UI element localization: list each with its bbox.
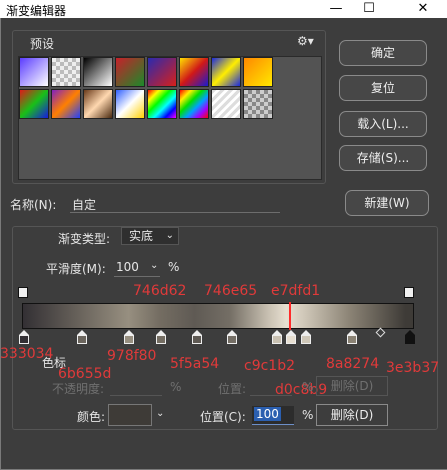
color-stop[interactable] bbox=[124, 330, 134, 344]
hex-label: c9c1b2 bbox=[244, 358, 296, 374]
opacity-position-label: 位置: bbox=[218, 382, 247, 396]
minimize-button[interactable]: — bbox=[321, 0, 351, 18]
chevron-down-icon: ⌄ bbox=[165, 230, 174, 241]
color-delete-button[interactable]: 删除(D) bbox=[316, 404, 388, 426]
new-button[interactable]: 新建(W) bbox=[345, 190, 429, 216]
opacity-label: 不透明度: bbox=[52, 382, 105, 396]
preset-swatch[interactable] bbox=[51, 89, 81, 119]
name-field-underline bbox=[70, 212, 280, 213]
preset-swatch-grid bbox=[18, 56, 322, 180]
preset-swatch[interactable] bbox=[179, 89, 209, 119]
load-button[interactable]: 载入(L)... bbox=[339, 111, 427, 137]
hex-label: 5f5a54 bbox=[170, 356, 220, 372]
preset-swatch[interactable] bbox=[211, 57, 241, 87]
opacity-stop-right[interactable] bbox=[404, 287, 414, 298]
preset-swatch[interactable] bbox=[147, 89, 177, 119]
preset-swatch[interactable] bbox=[19, 57, 49, 87]
name-field[interactable]: 自定 bbox=[72, 196, 96, 213]
preset-swatch[interactable] bbox=[211, 89, 241, 119]
preset-swatch[interactable] bbox=[147, 57, 177, 87]
hex-label: 8a8274 bbox=[326, 356, 380, 372]
smoothness-unit: % bbox=[168, 260, 180, 274]
maximize-button[interactable]: ☐ bbox=[354, 0, 384, 18]
color-stop[interactable] bbox=[286, 330, 296, 344]
name-label: 名称(N): bbox=[10, 198, 57, 212]
opacity-position-field bbox=[250, 377, 292, 396]
preset-swatch[interactable] bbox=[115, 89, 145, 119]
color-stop[interactable] bbox=[301, 330, 311, 344]
stops-label: 色标 bbox=[42, 356, 67, 370]
reset-button[interactable]: 复位 bbox=[339, 75, 427, 101]
color-stop-selected[interactable] bbox=[405, 330, 415, 344]
preset-swatch[interactable] bbox=[83, 89, 113, 119]
color-stop[interactable] bbox=[156, 330, 166, 344]
hex-label: 978f80 bbox=[107, 348, 157, 364]
chevron-down-icon[interactable]: ⌄ bbox=[150, 260, 158, 271]
preset-swatch[interactable] bbox=[179, 57, 209, 87]
presets-label: 预设 bbox=[30, 37, 55, 51]
gradient-type-label: 渐变类型: bbox=[58, 232, 111, 246]
ok-button[interactable]: 确定 bbox=[339, 40, 427, 66]
window-title: 渐变编辑器 bbox=[6, 4, 67, 18]
hex-label: 746e65 bbox=[204, 283, 258, 299]
color-position-unit: % bbox=[302, 408, 314, 422]
preset-swatch[interactable] bbox=[51, 57, 81, 87]
color-stop[interactable] bbox=[19, 330, 29, 344]
chevron-down-icon[interactable]: ⌄ bbox=[156, 408, 164, 419]
save-button[interactable]: 存储(S)... bbox=[339, 145, 427, 171]
hex-label: 746d62 bbox=[133, 283, 187, 299]
color-stop[interactable] bbox=[272, 330, 282, 344]
gradient-type-value: 实底 bbox=[129, 229, 154, 243]
preset-swatch[interactable] bbox=[19, 89, 49, 119]
smoothness-underline bbox=[114, 276, 160, 277]
color-stop[interactable] bbox=[77, 330, 87, 344]
color-position-label: 位置(C): bbox=[200, 410, 246, 424]
hex-label: 3e3b37 bbox=[386, 360, 440, 376]
opacity-delete-button: 删除(D) bbox=[316, 376, 388, 396]
preset-swatch[interactable] bbox=[243, 57, 273, 87]
color-position-value[interactable]: 100 bbox=[254, 407, 281, 421]
opacity-position-unit: % bbox=[302, 380, 314, 394]
color-swatch[interactable] bbox=[108, 404, 152, 426]
close-button[interactable]: ✕ bbox=[408, 0, 438, 18]
smoothness-label: 平滑度(M): bbox=[46, 262, 106, 276]
preset-swatch[interactable] bbox=[115, 57, 145, 87]
color-label: 颜色: bbox=[77, 410, 106, 424]
gradient-type-select[interactable]: 实底 ⌄ bbox=[121, 227, 179, 245]
color-stop[interactable] bbox=[227, 330, 237, 344]
gradient-preview-bar[interactable] bbox=[22, 303, 414, 329]
midpoint-marker bbox=[289, 302, 291, 330]
opacity-stop-left[interactable] bbox=[18, 287, 28, 298]
opacity-unit: % bbox=[170, 380, 182, 394]
preset-swatch[interactable] bbox=[83, 57, 113, 87]
smoothness-field[interactable]: 100 bbox=[116, 260, 139, 274]
hex-label: e7dfd1 bbox=[271, 283, 321, 299]
gear-icon[interactable]: ⚙▾ bbox=[297, 34, 314, 48]
color-stop[interactable] bbox=[347, 330, 357, 344]
opacity-field bbox=[110, 377, 162, 396]
color-stop[interactable] bbox=[192, 330, 202, 344]
preset-swatch[interactable] bbox=[243, 89, 273, 119]
